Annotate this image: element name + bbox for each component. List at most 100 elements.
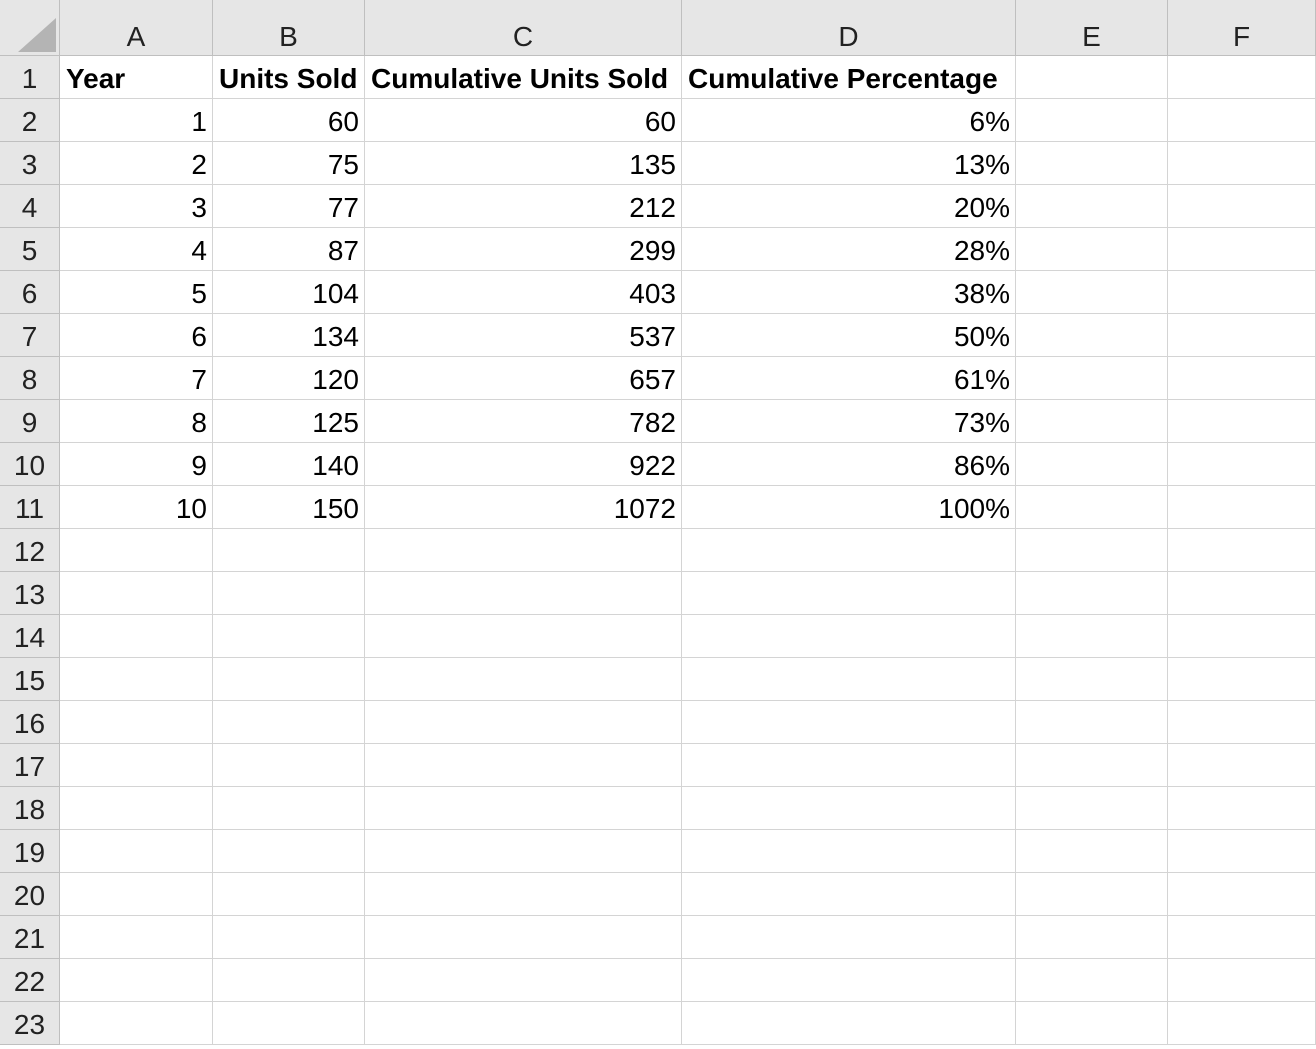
cell-c15[interactable] — [365, 658, 682, 701]
cell-e14[interactable] — [1016, 615, 1168, 658]
row-header-16[interactable]: 16 — [0, 701, 60, 744]
cell-c3[interactable]: 135 — [365, 142, 682, 185]
column-header-f[interactable]: F — [1168, 0, 1316, 56]
cell-a6[interactable]: 5 — [60, 271, 213, 314]
cell-a14[interactable] — [60, 615, 213, 658]
cell-c20[interactable] — [365, 873, 682, 916]
cell-e15[interactable] — [1016, 658, 1168, 701]
cell-e10[interactable] — [1016, 443, 1168, 486]
cell-d17[interactable] — [682, 744, 1016, 787]
cell-a19[interactable] — [60, 830, 213, 873]
cell-f21[interactable] — [1168, 916, 1316, 959]
cell-a1[interactable]: Year — [60, 56, 213, 99]
cell-b19[interactable] — [213, 830, 365, 873]
cell-e13[interactable] — [1016, 572, 1168, 615]
cell-b18[interactable] — [213, 787, 365, 830]
cell-d11[interactable]: 100% — [682, 486, 1016, 529]
cell-a2[interactable]: 1 — [60, 99, 213, 142]
cell-b15[interactable] — [213, 658, 365, 701]
cell-e23[interactable] — [1016, 1002, 1168, 1045]
row-header-3[interactable]: 3 — [0, 142, 60, 185]
cell-b13[interactable] — [213, 572, 365, 615]
column-header-a[interactable]: A — [60, 0, 213, 56]
cell-f14[interactable] — [1168, 615, 1316, 658]
cell-c12[interactable] — [365, 529, 682, 572]
cell-b2[interactable]: 60 — [213, 99, 365, 142]
row-header-21[interactable]: 21 — [0, 916, 60, 959]
cell-c2[interactable]: 60 — [365, 99, 682, 142]
column-header-e[interactable]: E — [1016, 0, 1168, 56]
cell-e3[interactable] — [1016, 142, 1168, 185]
cell-e8[interactable] — [1016, 357, 1168, 400]
cell-a21[interactable] — [60, 916, 213, 959]
cell-f3[interactable] — [1168, 142, 1316, 185]
cell-e22[interactable] — [1016, 959, 1168, 1002]
cell-b20[interactable] — [213, 873, 365, 916]
cell-c23[interactable] — [365, 1002, 682, 1045]
cell-f20[interactable] — [1168, 873, 1316, 916]
cell-d19[interactable] — [682, 830, 1016, 873]
row-header-20[interactable]: 20 — [0, 873, 60, 916]
cell-f6[interactable] — [1168, 271, 1316, 314]
cell-f19[interactable] — [1168, 830, 1316, 873]
cell-b7[interactable]: 134 — [213, 314, 365, 357]
cell-a10[interactable]: 9 — [60, 443, 213, 486]
row-header-17[interactable]: 17 — [0, 744, 60, 787]
cell-f10[interactable] — [1168, 443, 1316, 486]
row-header-6[interactable]: 6 — [0, 271, 60, 314]
cell-c13[interactable] — [365, 572, 682, 615]
row-header-23[interactable]: 23 — [0, 1002, 60, 1045]
cell-b11[interactable]: 150 — [213, 486, 365, 529]
cell-f2[interactable] — [1168, 99, 1316, 142]
cell-f12[interactable] — [1168, 529, 1316, 572]
cell-c21[interactable] — [365, 916, 682, 959]
cell-c8[interactable]: 657 — [365, 357, 682, 400]
cell-d10[interactable]: 86% — [682, 443, 1016, 486]
cell-d18[interactable] — [682, 787, 1016, 830]
cell-f22[interactable] — [1168, 959, 1316, 1002]
cell-c1[interactable]: Cumulative Units Sold — [365, 56, 682, 99]
cell-d6[interactable]: 38% — [682, 271, 1016, 314]
column-header-c[interactable]: C — [365, 0, 682, 56]
cell-c4[interactable]: 212 — [365, 185, 682, 228]
cell-f16[interactable] — [1168, 701, 1316, 744]
select-all-button[interactable] — [0, 0, 60, 56]
cell-e17[interactable] — [1016, 744, 1168, 787]
cell-f18[interactable] — [1168, 787, 1316, 830]
cell-e21[interactable] — [1016, 916, 1168, 959]
cell-a7[interactable]: 6 — [60, 314, 213, 357]
cell-d5[interactable]: 28% — [682, 228, 1016, 271]
cell-e6[interactable] — [1016, 271, 1168, 314]
cell-a15[interactable] — [60, 658, 213, 701]
row-header-8[interactable]: 8 — [0, 357, 60, 400]
cell-d22[interactable] — [682, 959, 1016, 1002]
cell-a18[interactable] — [60, 787, 213, 830]
cell-f1[interactable] — [1168, 56, 1316, 99]
cell-a22[interactable] — [60, 959, 213, 1002]
cell-b1[interactable]: Units Sold — [213, 56, 365, 99]
cell-c10[interactable]: 922 — [365, 443, 682, 486]
cell-d15[interactable] — [682, 658, 1016, 701]
cell-e16[interactable] — [1016, 701, 1168, 744]
cell-e4[interactable] — [1016, 185, 1168, 228]
cell-f9[interactable] — [1168, 400, 1316, 443]
cell-d16[interactable] — [682, 701, 1016, 744]
cell-f8[interactable] — [1168, 357, 1316, 400]
cell-b23[interactable] — [213, 1002, 365, 1045]
cell-b12[interactable] — [213, 529, 365, 572]
cell-d3[interactable]: 13% — [682, 142, 1016, 185]
cell-e12[interactable] — [1016, 529, 1168, 572]
cell-c19[interactable] — [365, 830, 682, 873]
cell-b6[interactable]: 104 — [213, 271, 365, 314]
cell-e1[interactable] — [1016, 56, 1168, 99]
row-header-2[interactable]: 2 — [0, 99, 60, 142]
cell-d8[interactable]: 61% — [682, 357, 1016, 400]
cell-a11[interactable]: 10 — [60, 486, 213, 529]
row-header-5[interactable]: 5 — [0, 228, 60, 271]
cell-b3[interactable]: 75 — [213, 142, 365, 185]
cell-b21[interactable] — [213, 916, 365, 959]
cell-d1[interactable]: Cumulative Percentage — [682, 56, 1016, 99]
cell-d20[interactable] — [682, 873, 1016, 916]
row-header-10[interactable]: 10 — [0, 443, 60, 486]
cell-d14[interactable] — [682, 615, 1016, 658]
